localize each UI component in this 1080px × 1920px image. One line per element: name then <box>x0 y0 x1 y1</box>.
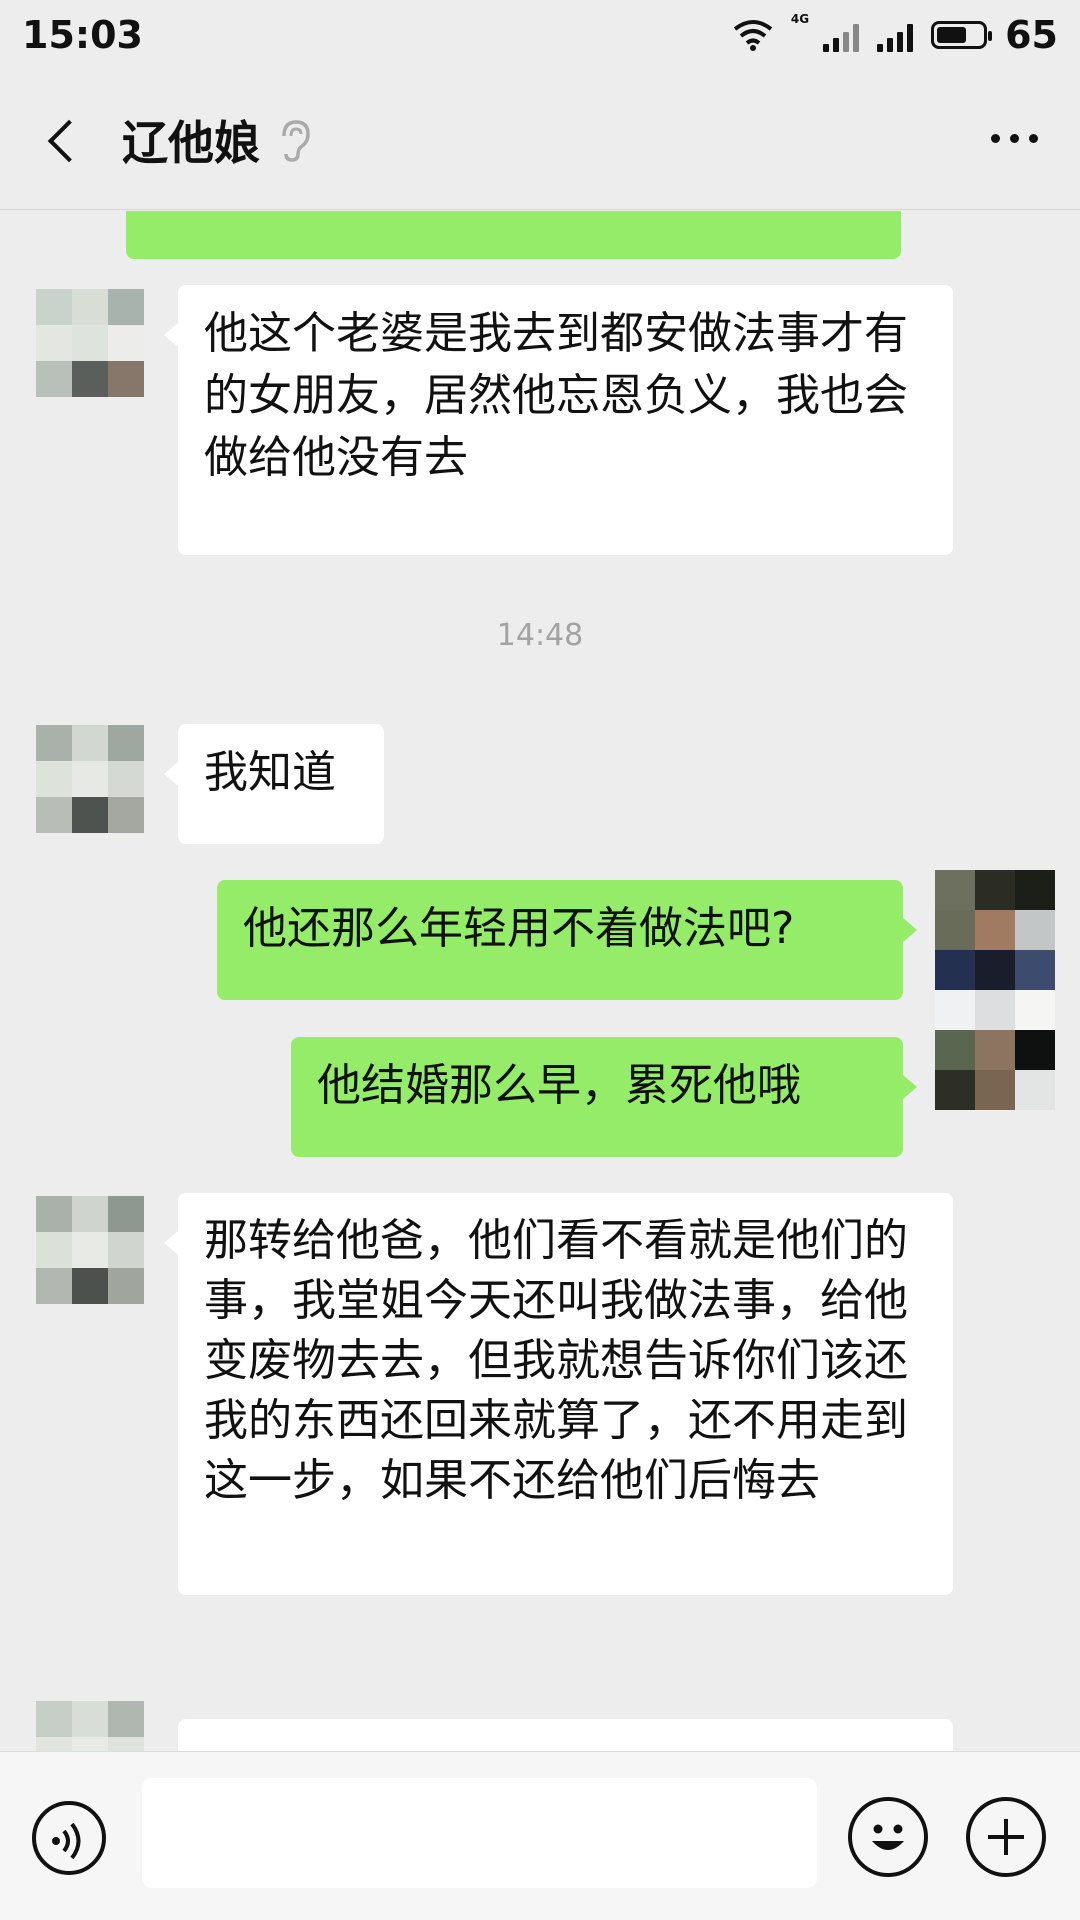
message-bubble-incoming[interactable]: 那转给他爸，他们看不看就是他们的事，我堂姐今天还叫我做法事，给他变废物去去，但我… <box>164 1193 953 1595</box>
partial-incoming-bubble <box>178 1719 953 1751</box>
message-bubble-incoming[interactable]: 我知道 <box>164 724 384 844</box>
contact-avatar[interactable] <box>36 1196 144 1304</box>
message-text: 那转给他爸，他们看不看就是他们的事，我堂姐今天还叫我做法事，给他变废物去去，但我… <box>204 1215 908 1506</box>
chat-area[interactable]: 他这个老婆是我去到都安做法事才有的女朋友，居然他忘恩负义，我也会做给他没有去 1… <box>0 211 1080 1751</box>
chat-header: 辽他娘 <box>0 70 1080 210</box>
partial-outgoing-bubble <box>126 211 901 259</box>
status-time: 15:03 <box>22 13 143 57</box>
wifi-icon <box>733 20 773 51</box>
status-bar: 15:03 4G 65 <box>0 0 1080 70</box>
message-bubble-outgoing[interactable]: 他结婚那么早，累死他哦 <box>291 1037 917 1157</box>
signal-icon <box>823 18 860 52</box>
network-type: 4G <box>790 12 810 26</box>
voice-icon[interactable] <box>32 1801 106 1875</box>
battery-fill <box>937 27 966 43</box>
battery-icon <box>931 21 993 49</box>
my-avatar[interactable] <box>935 870 1055 990</box>
emoji-icon[interactable] <box>848 1797 928 1877</box>
contact-avatar[interactable] <box>36 725 144 833</box>
input-bar <box>0 1751 1080 1920</box>
message-text: 他这个老婆是我去到都安做法事才有的女朋友，居然他忘恩负义，我也会做给他没有去 <box>204 308 908 483</box>
message-bubble-outgoing[interactable]: 他还那么年轻用不着做法吧? <box>217 880 917 1000</box>
ear-icon <box>282 119 310 162</box>
message-bubble-incoming[interactable]: 他这个老婆是我去到都安做法事才有的女朋友，居然他忘恩负义，我也会做给他没有去 <box>164 285 953 555</box>
chat-title[interactable]: 辽他娘 <box>122 107 260 173</box>
more-dots-icon[interactable] <box>991 134 1038 143</box>
plus-icon[interactable] <box>966 1797 1046 1877</box>
message-text: 我知道 <box>204 747 336 798</box>
battery-level: 65 <box>1005 13 1058 57</box>
my-avatar-lower <box>935 990 1055 1110</box>
message-text: 他还那么年轻用不着做法吧? <box>243 903 795 954</box>
message-timestamp: 14:48 <box>496 618 584 653</box>
status-icons: 4G 65 <box>733 12 1058 57</box>
contact-avatar <box>36 1701 144 1751</box>
message-input[interactable] <box>142 1778 817 1888</box>
back-icon[interactable] <box>42 120 82 160</box>
contact-avatar[interactable] <box>36 289 144 397</box>
message-text: 他结婚那么早，累死他哦 <box>317 1060 801 1111</box>
signal-icon-2 <box>877 18 914 52</box>
